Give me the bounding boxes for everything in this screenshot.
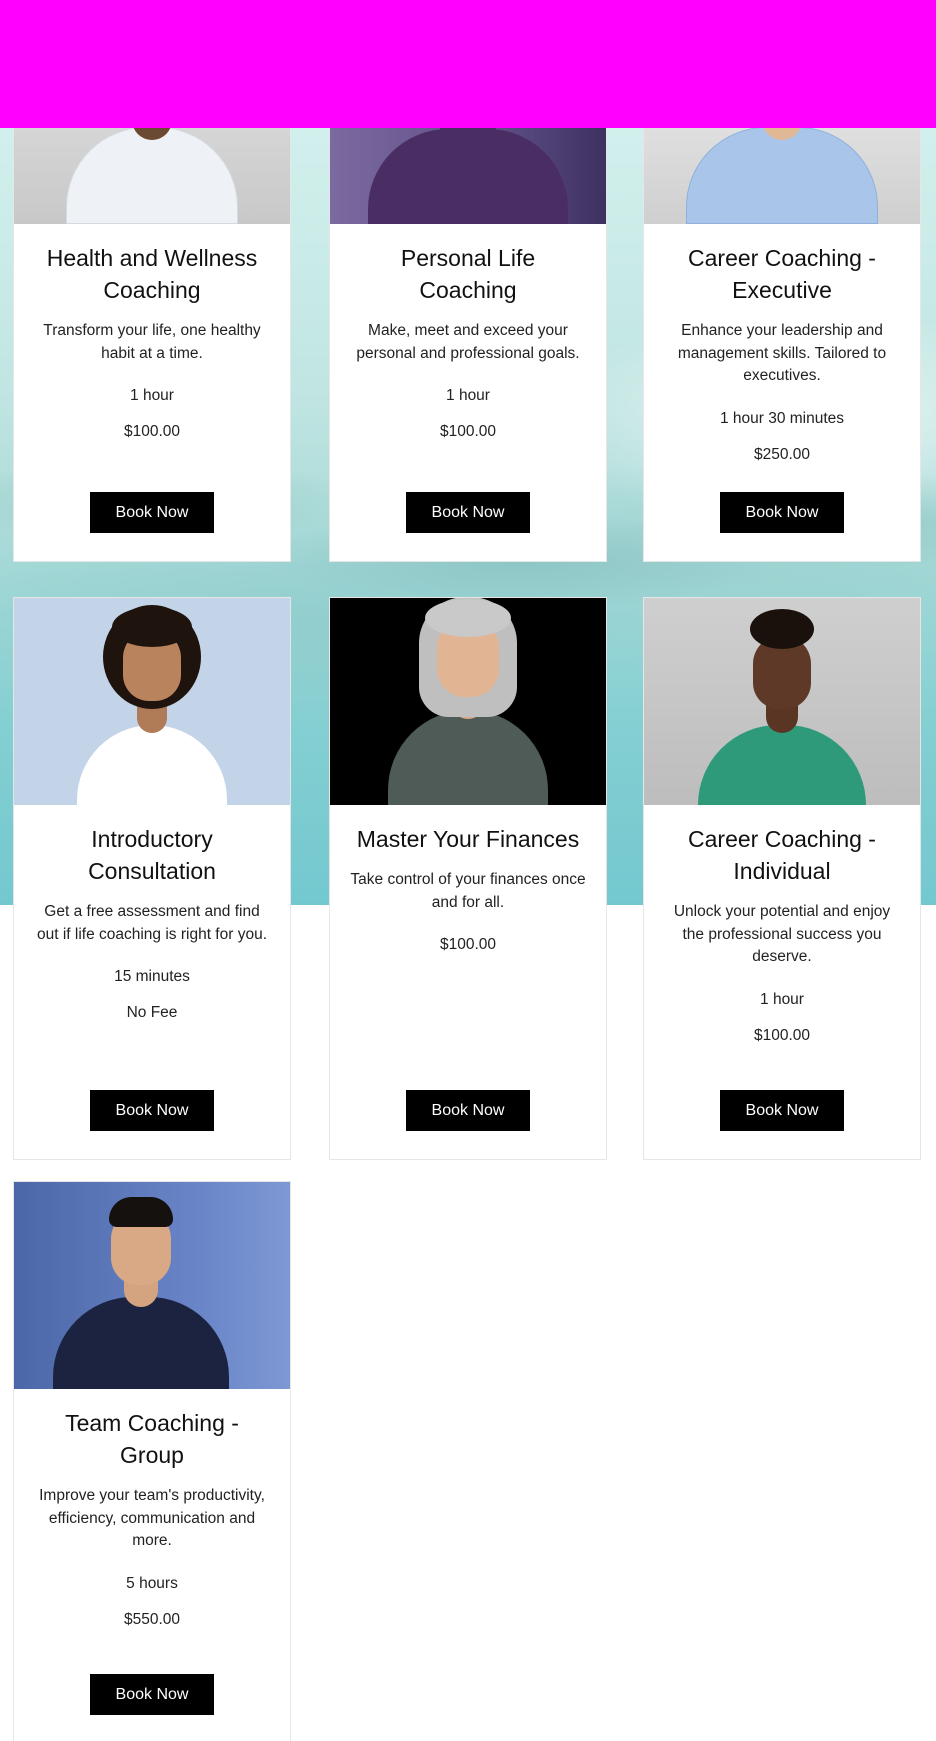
service-price: No Fee: [126, 1004, 178, 1021]
service-description: Transform your life, one healthy habit a…: [43, 322, 261, 362]
service-card-team-coaching: Team Coaching - Group Improve your team'…: [13, 1181, 291, 1741]
woman-portrait-icon: [330, 598, 606, 805]
service-title: Career Coaching - Executive: [688, 245, 876, 303]
services-page: Health and Wellness Coaching Transform y…: [0, 0, 936, 1741]
service-description: Take control of your finances once and f…: [350, 871, 586, 911]
service-details: Master Your Finances Take control of you…: [330, 805, 606, 1159]
service-image: [644, 598, 920, 805]
service-price: $100.00: [439, 423, 497, 440]
service-duration: 1 hour: [446, 387, 490, 404]
service-details: Introductory Consultation Get a free ass…: [14, 805, 290, 1159]
service-card-career-individual: Career Coaching - Individual Unlock your…: [643, 597, 921, 1160]
service-duration: 1 hour: [760, 990, 804, 1008]
book-now-button[interactable]: Book Now: [406, 1090, 530, 1131]
service-duration: 1 hour 30 minutes: [719, 409, 845, 427]
book-now-button[interactable]: Book Now: [720, 492, 844, 533]
service-price: $250.00: [753, 445, 811, 463]
service-title: Introductory Consultation: [88, 826, 216, 884]
service-title: Career Coaching - Individual: [688, 826, 876, 884]
book-now-button[interactable]: Book Now: [406, 492, 530, 533]
service-details: Team Coaching - Group Improve your team'…: [14, 1389, 290, 1741]
man-portrait-icon: [14, 1182, 290, 1389]
service-description: Enhance your leadership and management s…: [677, 322, 887, 384]
service-details: Career Coaching - Individual Unlock your…: [644, 805, 920, 1159]
service-description: Make, meet and exceed your personal and …: [356, 322, 580, 362]
book-now-button[interactable]: Book Now: [720, 1090, 844, 1131]
service-details: Personal Life Coaching Make, meet and ex…: [330, 224, 606, 561]
book-now-button[interactable]: Book Now: [90, 492, 214, 533]
service-duration: 15 minutes: [114, 968, 190, 985]
service-image: [14, 1182, 290, 1389]
service-description: Get a free assessment and find out if li…: [36, 903, 268, 943]
service-title: Personal Life Coaching: [400, 245, 536, 303]
service-image: [14, 598, 290, 805]
service-description: Unlock your potential and enjoy the prof…: [673, 903, 891, 965]
woman-portrait-icon: [644, 598, 920, 805]
service-card-master-finances: Master Your Finances Take control of you…: [329, 597, 607, 1160]
service-image: [330, 598, 606, 805]
service-title: Team Coaching - Group: [65, 1410, 239, 1468]
service-description: Improve your team's productivity, effici…: [39, 1487, 265, 1549]
service-price: $550.00: [123, 1610, 181, 1628]
book-now-button[interactable]: Book Now: [90, 1674, 214, 1715]
service-title: Health and Wellness Coaching: [46, 245, 258, 303]
service-price: $100.00: [123, 423, 181, 440]
book-now-button[interactable]: Book Now: [90, 1090, 214, 1131]
service-price: $100.00: [753, 1026, 811, 1044]
service-details: Health and Wellness Coaching Transform y…: [14, 224, 290, 561]
service-duration: 1 hour: [130, 387, 174, 404]
service-price: $100.00: [439, 936, 497, 953]
service-details: Career Coaching - Executive Enhance your…: [644, 224, 920, 561]
top-banner: [0, 0, 936, 128]
service-duration: 5 hours: [126, 1574, 178, 1592]
service-card-introductory-consultation: Introductory Consultation Get a free ass…: [13, 597, 291, 1160]
service-title: Master Your Finances: [356, 826, 580, 852]
woman-portrait-icon: [14, 598, 290, 805]
